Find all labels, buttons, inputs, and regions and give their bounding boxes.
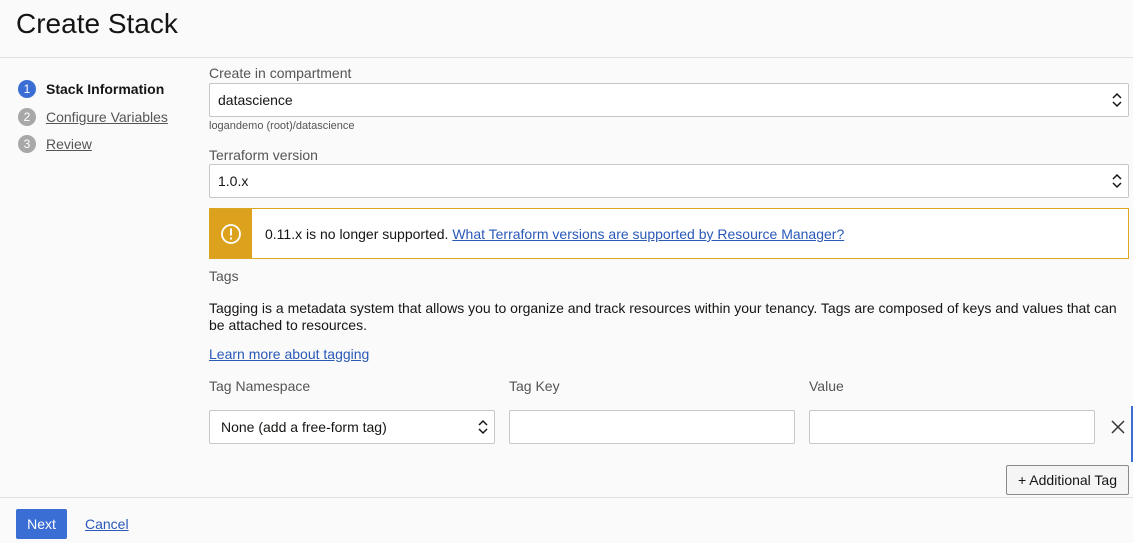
compartment-label: Create in compartment	[209, 65, 352, 81]
cancel-link[interactable]: Cancel	[85, 516, 129, 532]
step-label[interactable]: Review	[46, 136, 92, 152]
step-number: 3	[18, 135, 36, 153]
tags-description: Tagging is a metadata system that allows…	[209, 300, 1117, 333]
updown-caret-icon	[1112, 173, 1122, 189]
alert-icon-strip	[210, 209, 252, 258]
additional-tag-button[interactable]: + Additional Tag	[1006, 465, 1129, 495]
step-review[interactable]: 3 Review	[18, 135, 92, 153]
terraform-version-value: 1.0.x	[218, 173, 249, 189]
step-label: Stack Information	[46, 81, 165, 97]
tag-value-input[interactable]	[809, 410, 1095, 444]
learn-more-tagging-link[interactable]: Learn more about tagging	[209, 346, 369, 362]
updown-caret-icon	[478, 419, 488, 435]
tag-value-label: Value	[809, 378, 844, 394]
terraform-version-label: Terraform version	[209, 147, 318, 163]
tag-key-input[interactable]	[509, 410, 795, 444]
compartment-path: logandemo (root)/datascience	[209, 120, 355, 132]
page-header: Create Stack	[0, 0, 1133, 58]
terraform-versions-link[interactable]: What Terraform versions are supported by…	[452, 226, 844, 242]
tag-namespace-select[interactable]: None (add a free-form tag)	[209, 410, 495, 444]
tag-namespace-label: Tag Namespace	[209, 378, 311, 394]
step-configure-variables[interactable]: 2 Configure Variables	[18, 108, 168, 126]
updown-caret-icon	[1112, 92, 1122, 108]
step-stack-information[interactable]: 1 Stack Information	[18, 80, 164, 98]
step-number: 1	[18, 80, 36, 98]
step-label[interactable]: Configure Variables	[46, 109, 168, 125]
step-number: 2	[18, 108, 36, 126]
compartment-value: datascience	[218, 92, 293, 108]
page-title: Create Stack	[16, 8, 178, 39]
alert-message: 0.11.x is no longer supported.	[265, 226, 449, 242]
tag-key-label: Tag Key	[509, 378, 560, 394]
page-footer	[0, 497, 1133, 543]
next-button[interactable]: Next	[16, 509, 67, 539]
warning-icon	[221, 223, 241, 244]
terraform-version-select[interactable]: 1.0.x	[209, 164, 1129, 198]
warning-alert: 0.11.x is no longer supported. What Terr…	[209, 208, 1129, 259]
compartment-select[interactable]: datascience	[209, 83, 1129, 117]
remove-tag-close-icon[interactable]	[1110, 419, 1126, 435]
tags-title: Tags	[209, 268, 239, 284]
tag-namespace-value: None (add a free-form tag)	[221, 419, 387, 435]
alert-message-line: 0.11.x is no longer supported. What Terr…	[265, 226, 844, 242]
